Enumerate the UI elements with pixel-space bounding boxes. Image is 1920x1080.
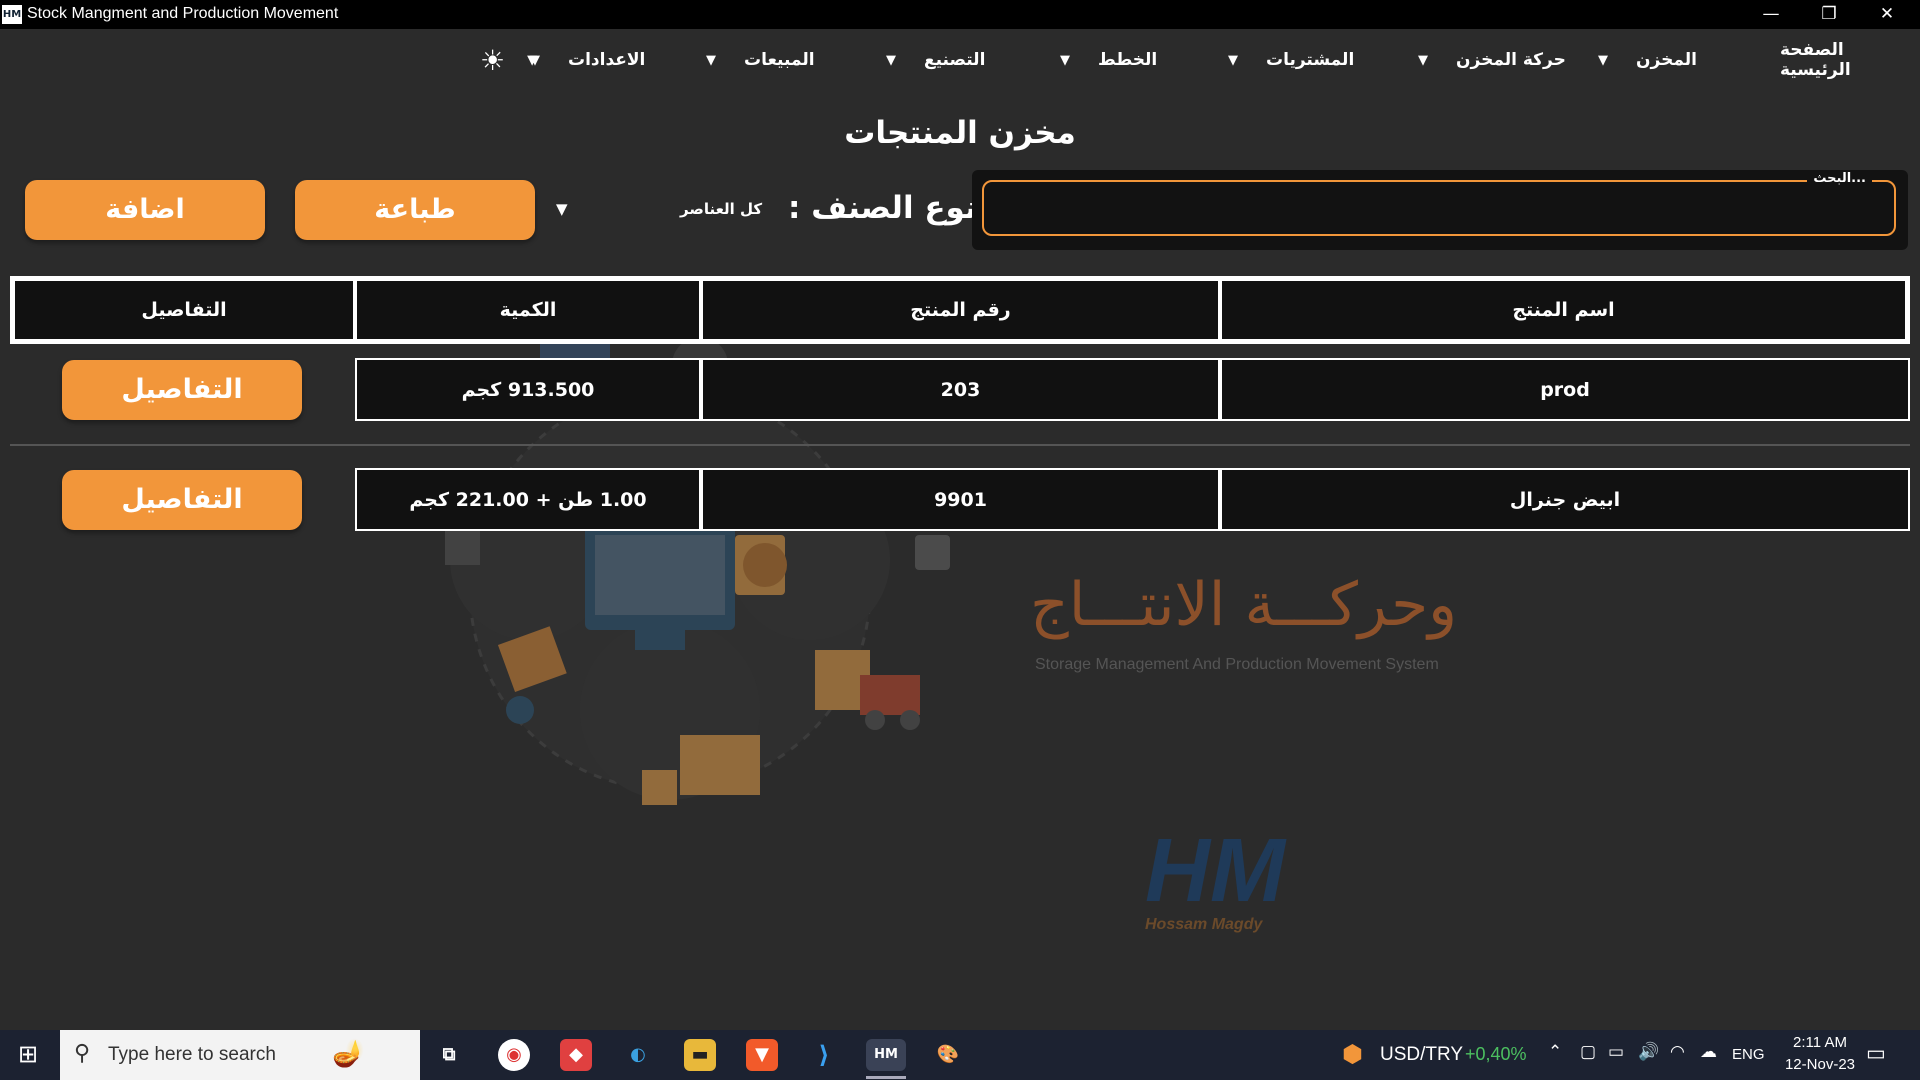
- watermark-english-text: Storage Management And Production Moveme…: [1035, 656, 1439, 673]
- header-details: التفاصيل: [13, 279, 355, 341]
- chevron-down-icon: ▼: [706, 52, 716, 68]
- search-icon: ⚲: [74, 1040, 91, 1065]
- chevron-down-icon: ▼: [1228, 52, 1238, 68]
- menu-plans-label: الخطط: [1098, 50, 1158, 70]
- active-app-indicator: [866, 1076, 906, 1079]
- restore-button[interactable]: ❐: [1800, 0, 1858, 29]
- volume-icon[interactable]: 🔊: [1638, 1042, 1659, 1062]
- category-label: نوع الصنف :: [788, 190, 977, 226]
- git-app-icon[interactable]: ◆: [560, 1039, 592, 1071]
- menu-plans[interactable]: ▼ الخطط: [1060, 45, 1157, 75]
- minimize-button[interactable]: —: [1742, 0, 1800, 29]
- header-product-number: رقم المنتج: [701, 279, 1220, 341]
- row-product-number: 203: [701, 358, 1220, 421]
- cloud-icon[interactable]: ☁: [1700, 1042, 1717, 1062]
- background-illustration: [445, 337, 950, 805]
- theme-toggle[interactable]: ☀ ▼: [480, 43, 538, 77]
- taskbar: ⊞ ⚲ Type here to search 🪔 ⧉ ◉ ◆ ◐ ▬ ▼ ⟩ …: [0, 1030, 1920, 1080]
- edge-icon[interactable]: ◐: [622, 1039, 654, 1071]
- chevron-down-icon: ▼: [886, 52, 896, 68]
- row-product-name: prod: [1220, 358, 1910, 421]
- paint-icon[interactable]: 🎨: [932, 1039, 964, 1071]
- print-button[interactable]: طباعة: [295, 180, 535, 240]
- row-product-number: 9901: [701, 468, 1220, 531]
- menu-sales[interactable]: ▼ المبيعات: [706, 45, 815, 75]
- menu-store[interactable]: ▼ المخزن: [1598, 45, 1697, 75]
- menu-settings-label: الاعدادات: [568, 50, 646, 70]
- app-icon: HM: [2, 5, 22, 24]
- taskbar-search[interactable]: ⚲ Type here to search 🪔: [60, 1030, 420, 1080]
- brave-icon[interactable]: ▼: [746, 1039, 778, 1071]
- taskbar-search-placeholder: Type here to search: [108, 1044, 276, 1065]
- category-dropdown[interactable]: كل العناصر: [680, 200, 762, 218]
- search-label: البحث...: [1807, 171, 1872, 186]
- ticker-symbol[interactable]: USD/TRY: [1380, 1044, 1463, 1066]
- ticker-change: +0,40%: [1465, 1044, 1527, 1064]
- watermark-logo: HM: [1145, 821, 1285, 921]
- battery-icon[interactable]: ▭: [1608, 1042, 1624, 1062]
- row-quantity: 913.500 كجم: [355, 358, 701, 421]
- menu-manufacturing[interactable]: ▼ التصنيع: [886, 45, 985, 75]
- category-dropdown-caret-icon[interactable]: ▼: [556, 200, 568, 218]
- chevron-down-icon: ▼: [1418, 52, 1428, 68]
- menu-purchases-label: المشتريات: [1266, 50, 1355, 70]
- chevron-up-icon[interactable]: ⌃: [1548, 1042, 1562, 1062]
- page-title: مخزن المنتجات: [0, 115, 1920, 151]
- close-button[interactable]: ✕: [1858, 0, 1916, 29]
- header-product-name: اسم المنتج: [1220, 279, 1907, 341]
- page-title-text: مخزن المنتجات: [844, 115, 1076, 151]
- menu-home-label: الصفحة الرئيسية: [1780, 40, 1851, 80]
- device-icon[interactable]: ▢: [1580, 1042, 1596, 1062]
- language-indicator[interactable]: ENG: [1732, 1046, 1765, 1063]
- details-button[interactable]: التفاصيل: [62, 470, 302, 530]
- vscode-icon[interactable]: ⟩: [808, 1039, 840, 1071]
- notifications-icon[interactable]: ▭: [1866, 1041, 1886, 1066]
- search-input[interactable]: [994, 192, 1878, 226]
- menu-home[interactable]: الصفحة الرئيسية: [1780, 40, 1920, 80]
- menu-bar: الصفحة الرئيسية ▼ المخزن ▼ حركة المخزن ▼…: [0, 29, 1920, 89]
- window-title: Stock Mangment and Production Movement: [27, 5, 339, 22]
- chevron-down-icon: ▼: [1598, 52, 1608, 68]
- search-panel: البحث...: [972, 170, 1908, 250]
- sun-icon: ☀: [480, 43, 506, 77]
- stocks-icon[interactable]: ⬢: [1342, 1040, 1363, 1069]
- task-view-icon[interactable]: ⧉: [433, 1039, 465, 1071]
- title-bar: HM Stock Mangment and Production Movemen…: [0, 0, 1920, 29]
- row-product-name: ابيض جنرال: [1220, 468, 1910, 531]
- chrome-icon[interactable]: ◉: [498, 1039, 530, 1071]
- wifi-icon[interactable]: ◠: [1670, 1042, 1685, 1062]
- add-button[interactable]: اضافة: [25, 180, 265, 240]
- row-quantity: 1.00 طن + 221.00 كجم: [355, 468, 701, 531]
- menu-store-movement-label: حركة المخزن: [1456, 50, 1566, 70]
- clock-time[interactable]: 2:11 AM: [1780, 1034, 1860, 1051]
- menu-purchases[interactable]: ▼ المشتريات: [1228, 45, 1354, 75]
- watermark-signature: Hossam Magdy: [1145, 916, 1263, 933]
- menu-store-label: المخزن: [1636, 50, 1697, 70]
- chevron-down-icon: ▼: [527, 52, 538, 68]
- menu-store-movement[interactable]: ▼ حركة المخزن: [1418, 45, 1566, 75]
- watermark-arabic-text: وحركـــة الانتـــاج: [1030, 570, 1458, 640]
- details-button[interactable]: التفاصيل: [62, 360, 302, 420]
- menu-sales-label: المبيعات: [744, 50, 815, 70]
- hm-app-icon[interactable]: HM: [866, 1039, 906, 1071]
- row-separator: [10, 444, 1910, 446]
- windows-start-icon[interactable]: ⊞: [18, 1040, 38, 1069]
- menu-settings[interactable]: ▼ الاعدادات: [530, 45, 645, 75]
- clock-date[interactable]: 12-Nov-23: [1775, 1056, 1865, 1073]
- search-highlight-icon: 🪔: [332, 1038, 365, 1068]
- menu-manufacturing-label: التصنيع: [924, 50, 986, 70]
- header-quantity: الكمية: [355, 279, 701, 341]
- file-explorer-icon[interactable]: ▬: [684, 1039, 716, 1071]
- chevron-down-icon: ▼: [1060, 52, 1070, 68]
- search-field[interactable]: البحث...: [982, 171, 1896, 236]
